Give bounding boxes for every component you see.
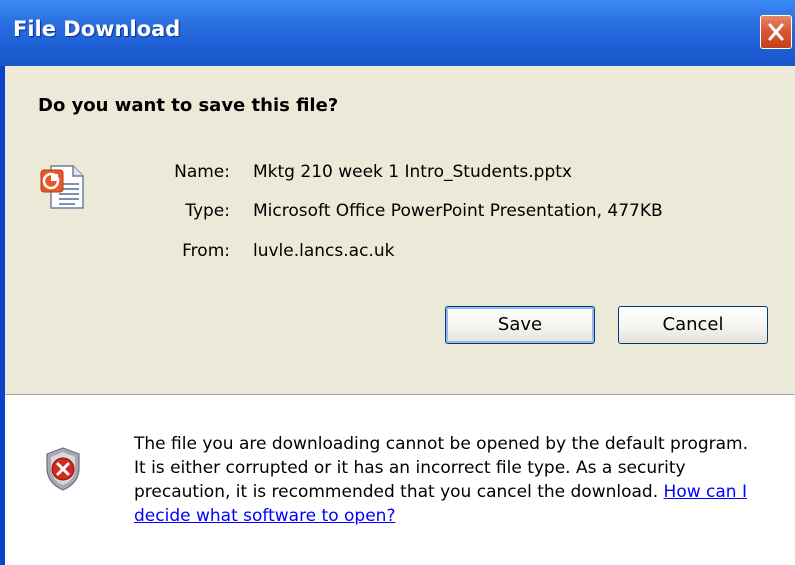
name-label: Name:: [174, 162, 230, 182]
security-shield-icon: [44, 446, 82, 496]
type-value: Microsoft Office PowerPoint Presentation…: [253, 201, 663, 221]
close-icon: [768, 23, 784, 41]
cancel-button[interactable]: Cancel: [618, 306, 768, 344]
warning-message: The file you are downloading cannot be o…: [134, 432, 754, 528]
from-label: From:: [182, 241, 230, 261]
close-button[interactable]: [760, 15, 792, 49]
type-label: Type:: [185, 201, 230, 221]
name-value: Mktg 210 week 1 Intro_Students.pptx: [253, 162, 572, 182]
title-bar[interactable]: File Download: [0, 0, 795, 66]
window-title: File Download: [13, 17, 181, 41]
prompt-question: Do you want to save this file?: [38, 95, 339, 116]
from-value: luvle.lancs.ac.uk: [253, 241, 395, 261]
powerpoint-file-icon: [39, 160, 87, 216]
save-button[interactable]: Save: [445, 306, 595, 344]
warning-text: The file you are downloading cannot be o…: [134, 434, 749, 502]
